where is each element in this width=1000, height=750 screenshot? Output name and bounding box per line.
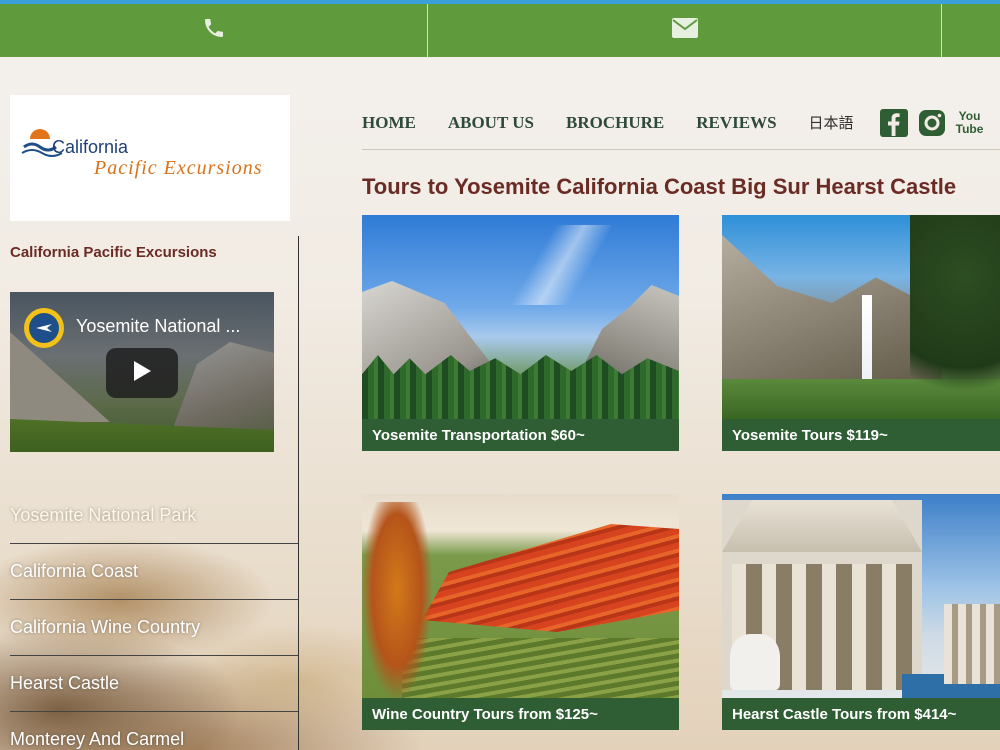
main-nav: HOME ABOUT US BROCHURE REVIEWS 日本語 You T… — [362, 96, 1000, 150]
nav-brochure[interactable]: BROCHURE — [566, 113, 664, 133]
facebook-icon[interactable] — [879, 108, 908, 137]
sidebar-nav: Yosemite National Park California Coast … — [10, 488, 298, 750]
yosemite-falls-photo — [722, 215, 1000, 419]
tour-card-caption[interactable]: Wine Country Tours from $125~ — [362, 698, 679, 730]
sidebar-item-wine-country[interactable]: California Wine Country — [10, 600, 298, 656]
instagram-icon[interactable] — [918, 109, 946, 137]
envelope-icon — [671, 17, 699, 44]
sidebar-item-california-coast[interactable]: California Coast — [10, 544, 298, 600]
play-icon — [132, 360, 152, 387]
nav-reviews[interactable]: REVIEWS — [696, 113, 776, 133]
vineyard-photo — [362, 494, 679, 698]
tour-card-caption[interactable]: Hearst Castle Tours from $414~ — [722, 698, 1000, 730]
page-heading: Tours to Yosemite California Coast Big S… — [362, 174, 957, 199]
phone-icon — [202, 16, 226, 45]
video-title[interactable]: Yosemite National ... — [76, 316, 240, 337]
nav-japanese[interactable]: 日本語 — [809, 112, 854, 133]
site-logo[interactable]: California Pacific Excursions — [10, 95, 290, 221]
tour-card-yosemite-tours[interactable]: Yosemite Tours $119~ — [722, 215, 1000, 451]
email-button[interactable] — [428, 4, 942, 57]
tour-card-caption[interactable]: Yosemite Tours $119~ — [722, 419, 1000, 451]
play-button[interactable] — [106, 348, 178, 398]
hearst-castle-photo — [722, 494, 1000, 698]
video-player[interactable]: Yosemite National ... — [10, 292, 274, 452]
logo-line1: California — [52, 137, 129, 157]
yosemite-valley-photo — [362, 215, 679, 419]
tour-card-hearst-castle[interactable]: Hearst Castle Tours from $414~ — [722, 494, 1000, 730]
sidebar-title: California Pacific Excursions — [10, 244, 217, 261]
tour-card-caption[interactable]: Yosemite Transportation $60~ — [362, 419, 679, 451]
sidebar-item-yosemite[interactable]: Yosemite National Park — [10, 488, 298, 544]
youtube-icon-text: You Tube — [955, 108, 984, 136]
nav-home[interactable]: HOME — [362, 113, 416, 133]
nav-about-us[interactable]: ABOUT US — [448, 113, 534, 133]
channel-avatar-icon[interactable] — [24, 308, 64, 348]
social-links: You Tube — [879, 108, 984, 137]
tour-card-wine-country[interactable]: Wine Country Tours from $125~ — [362, 494, 679, 730]
phone-button[interactable] — [0, 4, 428, 57]
logo-line2: Pacific Excursions — [94, 157, 263, 179]
sidebar-item-hearst-castle[interactable]: Hearst Castle — [10, 656, 298, 712]
sidebar-item-monterey-carmel[interactable]: Monterey And Carmel — [10, 712, 298, 750]
youtube-icon[interactable]: You Tube — [956, 109, 984, 137]
contact-bar-extra[interactable] — [942, 4, 1000, 57]
sidebar-divider — [298, 236, 299, 750]
tour-card-yosemite-transportation[interactable]: Yosemite Transportation $60~ — [362, 215, 679, 451]
contact-bar — [0, 0, 1000, 57]
